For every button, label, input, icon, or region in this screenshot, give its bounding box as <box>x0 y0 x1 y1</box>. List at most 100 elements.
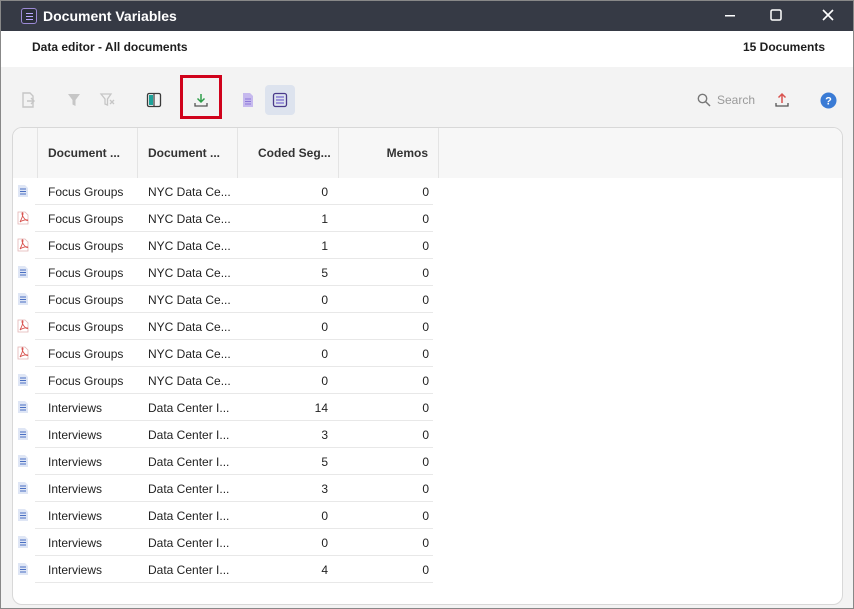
close-icon <box>822 9 834 21</box>
title-bar[interactable]: Document Variables <box>1 1 853 31</box>
minimize-button[interactable] <box>707 1 753 31</box>
editor-scope-label: Data editor - All documents <box>32 40 188 54</box>
table-row[interactable]: Focus Groups NYC Data Ce... 1 0 <box>13 232 433 259</box>
cell-document-name: NYC Data Ce... <box>148 185 231 199</box>
cell-memos: 0 <box>422 320 429 334</box>
cell-coded-segments: 0 <box>321 293 328 307</box>
funnel-icon <box>68 94 80 106</box>
clear-filter-button[interactable] <box>92 85 122 115</box>
open-document-button[interactable] <box>13 85 43 115</box>
text-document-icon <box>18 482 28 494</box>
table-row[interactable]: Interviews Data Center I... 5 0 <box>13 448 433 475</box>
cell-document-group: Focus Groups <box>48 239 124 253</box>
window-title: Document Variables <box>43 8 177 24</box>
table-row[interactable]: Focus Groups NYC Data Ce... 0 0 <box>13 286 433 313</box>
cell-document-name: NYC Data Ce... <box>148 293 231 307</box>
cell-document-name: NYC Data Ce... <box>148 212 231 226</box>
cell-document-group: Interviews <box>48 563 103 577</box>
maximize-button[interactable] <box>753 1 799 31</box>
cell-memos: 0 <box>422 428 429 442</box>
table-row[interactable]: Focus Groups NYC Data Ce... 0 0 <box>13 367 433 394</box>
cell-memos: 0 <box>422 266 429 280</box>
cell-document-name: NYC Data Ce... <box>148 320 231 334</box>
cell-document-group: Interviews <box>48 428 103 442</box>
table-header: Document ... Document ... Coded Seg... M… <box>13 128 842 178</box>
cell-document-name: Data Center I... <box>148 482 230 496</box>
cell-document-group: Interviews <box>48 401 103 415</box>
table-row[interactable]: Focus Groups NYC Data Ce... 0 0 <box>13 340 433 367</box>
table-row[interactable]: Interviews Data Center I... 14 0 <box>13 394 433 421</box>
upload-icon <box>775 92 789 107</box>
close-button[interactable] <box>805 1 851 31</box>
cell-document-name: Data Center I... <box>148 536 230 550</box>
text-document-icon <box>18 428 28 440</box>
cell-coded-segments: 0 <box>321 347 328 361</box>
sub-header: Data editor - All documents 15 Documents <box>1 31 853 67</box>
table-row[interactable]: Focus Groups NYC Data Ce... 1 0 <box>13 205 433 232</box>
cell-document-group: Focus Groups <box>48 185 124 199</box>
text-document-icon <box>18 509 28 521</box>
svg-text:?: ? <box>825 95 832 107</box>
export-highlight-box <box>180 75 222 119</box>
cell-document-group: Focus Groups <box>48 266 124 280</box>
text-document-icon <box>18 185 28 197</box>
app-icon <box>21 8 37 24</box>
table-row[interactable]: Focus Groups NYC Data Ce... 0 0 <box>13 178 433 205</box>
search-box[interactable]: Search <box>695 90 765 110</box>
cell-document-name: Data Center I... <box>148 428 230 442</box>
text-document-icon <box>18 455 28 467</box>
cell-document-name: NYC Data Ce... <box>148 374 231 388</box>
cell-document-name: Data Center I... <box>148 509 230 523</box>
cell-document-group: Focus Groups <box>48 293 124 307</box>
table-row[interactable]: Interviews Data Center I... 3 0 <box>13 475 433 502</box>
cell-coded-segments: 14 <box>314 401 328 415</box>
cell-document-name: Data Center I... <box>148 455 230 469</box>
cell-document-name: NYC Data Ce... <box>148 239 231 253</box>
cell-memos: 0 <box>422 212 429 226</box>
list-view-button[interactable] <box>265 85 295 115</box>
column-header-document-name[interactable]: Document ... <box>138 128 238 178</box>
cell-coded-segments: 0 <box>321 185 328 199</box>
funnel-clear-icon <box>99 93 115 106</box>
cell-document-group: Focus Groups <box>48 347 124 361</box>
cell-document-name: NYC Data Ce... <box>148 347 231 361</box>
cell-coded-segments: 4 <box>321 563 328 577</box>
help-button[interactable]: ? <box>813 85 843 115</box>
text-document-icon <box>18 293 28 305</box>
document-view-button[interactable] <box>233 85 263 115</box>
cell-coded-segments: 3 <box>321 428 328 442</box>
cell-document-group: Interviews <box>48 509 103 523</box>
table-row[interactable]: Focus Groups NYC Data Ce... 5 0 <box>13 259 433 286</box>
document-variables-window: Document Variables Data editor - All doc… <box>0 0 854 609</box>
table-row[interactable]: Interviews Data Center I... 0 0 <box>13 529 433 556</box>
cell-document-name: NYC Data Ce... <box>148 266 231 280</box>
columns-icon <box>146 92 162 108</box>
cell-document-group: Interviews <box>48 482 103 496</box>
filter-button[interactable] <box>59 85 89 115</box>
minimize-icon <box>725 15 735 17</box>
cell-coded-segments: 0 <box>321 320 328 334</box>
pdf-document-icon <box>17 319 29 333</box>
cell-document-group: Interviews <box>48 455 103 469</box>
table-row[interactable]: Interviews Data Center I... 0 0 <box>13 502 433 529</box>
help-icon: ? <box>820 92 836 108</box>
column-header-memos[interactable]: Memos <box>339 128 439 178</box>
document-count: 15 Documents <box>742 40 825 54</box>
column-header-coded-segments[interactable]: Coded Seg... <box>238 128 339 178</box>
cell-memos: 0 <box>422 563 429 577</box>
pdf-document-icon <box>17 238 29 252</box>
table-row[interactable]: Focus Groups NYC Data Ce... 0 0 <box>13 313 433 340</box>
cell-coded-segments: 5 <box>321 455 328 469</box>
cell-coded-segments: 5 <box>321 266 328 280</box>
column-header-document-group[interactable]: Document ... <box>38 128 138 178</box>
table-row[interactable]: Interviews Data Center I... 3 0 <box>13 421 433 448</box>
list-view-icon <box>272 92 288 108</box>
table-row[interactable]: Interviews Data Center I... 4 0 <box>13 556 433 583</box>
cell-memos: 0 <box>422 455 429 469</box>
columns-button[interactable] <box>139 85 169 115</box>
upload-button[interactable] <box>767 85 797 115</box>
maximize-icon <box>770 9 782 21</box>
cell-coded-segments: 0 <box>321 374 328 388</box>
text-document-icon <box>18 374 28 386</box>
icon-column-header[interactable] <box>13 128 38 178</box>
